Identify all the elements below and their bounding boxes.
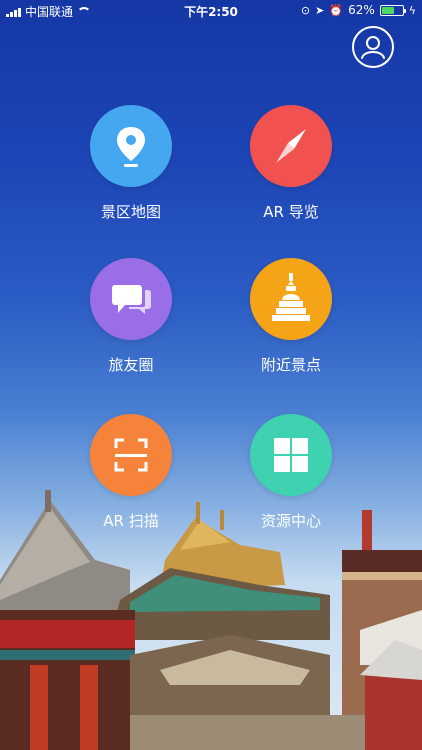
menu-item-label: AR 导览 xyxy=(263,203,319,221)
compass-icon-circle xyxy=(250,105,332,187)
stupa-icon-circle xyxy=(250,258,332,340)
profile-button[interactable] xyxy=(352,26,394,68)
menu-item-scenic-map[interactable]: 景区地图 xyxy=(76,105,186,222)
chat-bubbles-icon xyxy=(112,285,151,314)
menu-item-nearby-attractions[interactable]: 附近景点 xyxy=(236,258,346,375)
menu-item-ar-guide[interactable]: AR 导览 xyxy=(236,105,346,222)
scan-icon xyxy=(114,438,148,472)
map-pin-icon xyxy=(117,127,145,167)
stupa-icon xyxy=(272,273,310,321)
grid-icon xyxy=(274,438,308,472)
charging-icon: ϟ xyxy=(408,3,416,17)
menu-item-label: 景区地图 xyxy=(100,203,161,221)
grid-icon-circle xyxy=(250,414,332,496)
chat-icon-circle xyxy=(90,258,172,340)
menu-item-travel-circle[interactable]: 旅友圈 xyxy=(76,258,186,375)
user-icon xyxy=(361,36,385,59)
scan-icon-circle xyxy=(90,414,172,496)
alarm-icon: ⏰ xyxy=(329,3,344,17)
menu-item-label: 附近景点 xyxy=(260,356,321,374)
rotation-lock-icon: ⊙ xyxy=(300,3,311,17)
battery-icon xyxy=(379,4,406,16)
location-icon: ➤ xyxy=(315,3,325,17)
temple-background-image xyxy=(0,490,422,750)
compass-icon xyxy=(276,129,306,163)
status-bar: 中国联通 下午2:50 ⊙ ➤ ⏰ 62% ϟ xyxy=(0,0,422,22)
map-icon-circle xyxy=(90,105,172,187)
menu-item-label: 旅友圈 xyxy=(108,356,154,374)
battery-percent: 62% xyxy=(348,3,375,17)
